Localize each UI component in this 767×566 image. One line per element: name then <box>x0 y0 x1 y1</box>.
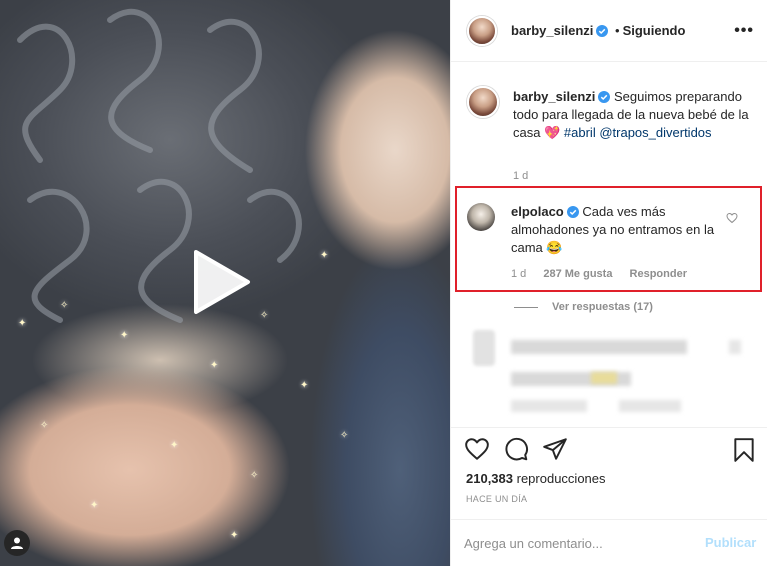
caption: barby_silenzi Seguimos preparando todo p… <box>513 88 753 142</box>
comment-icon <box>505 437 528 461</box>
blurred-comment-line <box>511 340 687 354</box>
wallpaper-pattern <box>17 9 302 323</box>
verified-icon <box>566 206 579 218</box>
replies-line <box>514 306 538 308</box>
sparkle: ✦ <box>90 500 99 511</box>
view-replies-label: Ver respuestas (17) <box>552 301 653 313</box>
share-button[interactable] <box>542 436 568 465</box>
comment-body: elpolaco Cada ves más almohadones ya no … <box>511 203 716 257</box>
blurred-comment-meta <box>619 400 681 412</box>
sparkle: ✦ <box>320 250 329 261</box>
like-button[interactable] <box>464 436 490 465</box>
add-comment-input[interactable] <box>464 532 694 554</box>
comment-emoji: 😂 <box>546 240 563 255</box>
avatar[interactable] <box>467 16 497 46</box>
caption-username[interactable]: barby_silenzi <box>513 89 595 104</box>
post-date[interactable]: HACE UN DÍA <box>466 494 527 504</box>
caption-emoji: 💖 <box>544 125 561 140</box>
sparkle: ✧ <box>60 300 69 311</box>
divider <box>450 519 767 520</box>
play-button[interactable] <box>190 250 254 314</box>
caption-mention[interactable]: @trapos_divertidos <box>599 125 711 140</box>
views-count[interactable]: 210,383 reproducciones <box>466 471 606 486</box>
sparkle: ✦ <box>18 318 27 329</box>
action-bar <box>464 436 568 465</box>
blurred-comment-meta <box>511 400 587 412</box>
follow-status-button[interactable]: Siguiendo <box>623 23 686 38</box>
sparkle: ✦ <box>120 330 129 341</box>
sparkle: ✦ <box>210 360 219 371</box>
views-label: reproducciones <box>516 471 606 486</box>
comment-avatar[interactable] <box>467 203 495 231</box>
heart-icon <box>465 438 489 460</box>
video-player[interactable]: ✦ ✧ ✦ ✦ ✧ ✦ ✧ ✦ ✧ ✦ ✦ ✧ ✦ <box>0 0 450 566</box>
sparkle: ✦ <box>300 380 309 391</box>
play-icon <box>194 250 250 314</box>
comment-username[interactable]: elpolaco <box>511 204 564 219</box>
view-replies-button[interactable]: Ver respuestas (17) <box>514 301 653 313</box>
sparkle: ✧ <box>40 420 49 431</box>
tagged-profile-button[interactable] <box>4 530 30 556</box>
sparkle: ✧ <box>340 430 349 441</box>
caption-hashtag[interactable]: #abril <box>564 125 596 140</box>
verified-icon <box>596 25 609 37</box>
bookmark-icon <box>734 438 754 462</box>
views-number: 210,383 <box>466 471 513 486</box>
comment-meta: 1 d 287 Me gusta Responder <box>511 268 701 280</box>
caption-time[interactable]: 1 d <box>513 170 528 182</box>
sparkle: ✦ <box>170 440 179 451</box>
more-icon[interactable]: ••• <box>734 22 754 40</box>
reply-button[interactable]: Responder <box>630 268 687 280</box>
sparkle: ✦ <box>230 530 239 541</box>
separator-dot: • <box>615 23 620 38</box>
save-button[interactable] <box>733 437 755 466</box>
sparkle: ✧ <box>250 470 259 481</box>
blurred-emoji <box>591 372 617 384</box>
header-username[interactable]: barby_silenzi <box>511 23 593 38</box>
heart-icon <box>726 212 738 224</box>
comment-time[interactable]: 1 d <box>511 268 526 280</box>
comment-button[interactable] <box>503 436 529 465</box>
divider <box>450 427 767 428</box>
sparkle: ✧ <box>260 310 269 321</box>
comment-like-button[interactable] <box>726 212 738 227</box>
blurred-avatar <box>473 330 495 366</box>
publish-button[interactable]: Publicar <box>705 535 756 550</box>
profile-icon <box>11 537 23 549</box>
share-icon <box>543 438 567 460</box>
post-header: barby_silenzi • Siguiendo ••• <box>451 0 767 62</box>
blurred-heart <box>729 340 741 354</box>
caption-avatar[interactable] <box>467 86 499 118</box>
verified-icon <box>598 91 611 103</box>
comment-likes[interactable]: 287 Me gusta <box>543 268 612 280</box>
